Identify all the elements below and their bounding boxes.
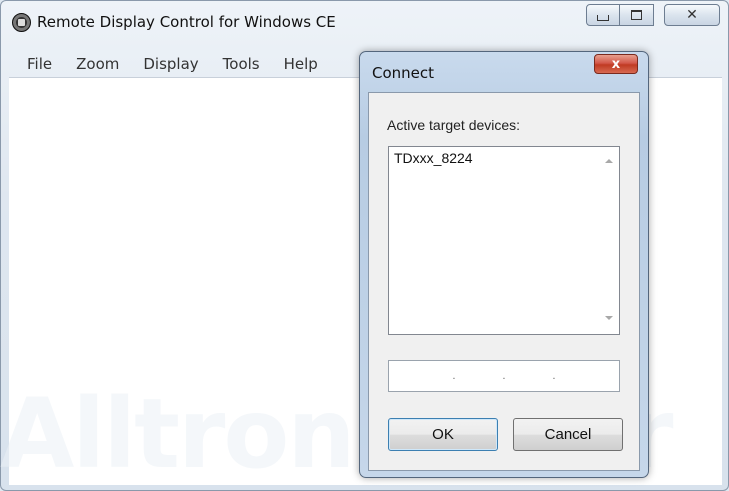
caption-buttons: ✕ bbox=[586, 4, 720, 28]
menu-tools[interactable]: Tools bbox=[209, 55, 270, 73]
minimize-icon bbox=[597, 15, 609, 21]
close-icon: ✕ bbox=[686, 7, 698, 23]
devices-listbox[interactable]: TDxxx_8224 bbox=[388, 146, 620, 335]
menu-zoom[interactable]: Zoom bbox=[62, 55, 129, 73]
listbox-scrollbar[interactable] bbox=[602, 147, 619, 334]
cancel-button[interactable]: Cancel bbox=[513, 418, 623, 451]
ip-separator: . bbox=[502, 370, 506, 382]
maximize-button[interactable] bbox=[620, 4, 654, 26]
scroll-down-icon[interactable] bbox=[605, 316, 613, 320]
connect-dialog: Connect x Active target devices: TDxxx_8… bbox=[359, 51, 649, 478]
window-title: Remote Display Control for Windows CE bbox=[37, 13, 336, 31]
menu-help[interactable]: Help bbox=[270, 55, 328, 73]
dialog-title: Connect bbox=[372, 64, 435, 82]
ok-button[interactable]: OK bbox=[388, 418, 498, 451]
menu-file[interactable]: File bbox=[9, 55, 62, 73]
close-icon: x bbox=[611, 56, 621, 72]
dialog-close-button[interactable]: x bbox=[594, 54, 638, 74]
title-bar[interactable]: Remote Display Control for Windows CE ✕ bbox=[1, 1, 728, 45]
list-item[interactable]: TDxxx_8224 bbox=[394, 150, 473, 166]
scroll-up-icon[interactable] bbox=[605, 159, 613, 163]
ip-address-field[interactable]: . . . bbox=[388, 360, 620, 392]
ip-separator: . bbox=[452, 370, 456, 382]
ip-separator: . bbox=[552, 370, 556, 382]
menu-display[interactable]: Display bbox=[129, 55, 208, 73]
devices-label: Active target devices: bbox=[387, 117, 521, 133]
close-button[interactable]: ✕ bbox=[664, 4, 720, 26]
minimize-button[interactable] bbox=[586, 4, 620, 26]
dialog-body: Active target devices: TDxxx_8224 . . . … bbox=[368, 92, 640, 471]
app-icon[interactable] bbox=[12, 13, 31, 32]
maximize-icon bbox=[631, 10, 642, 20]
